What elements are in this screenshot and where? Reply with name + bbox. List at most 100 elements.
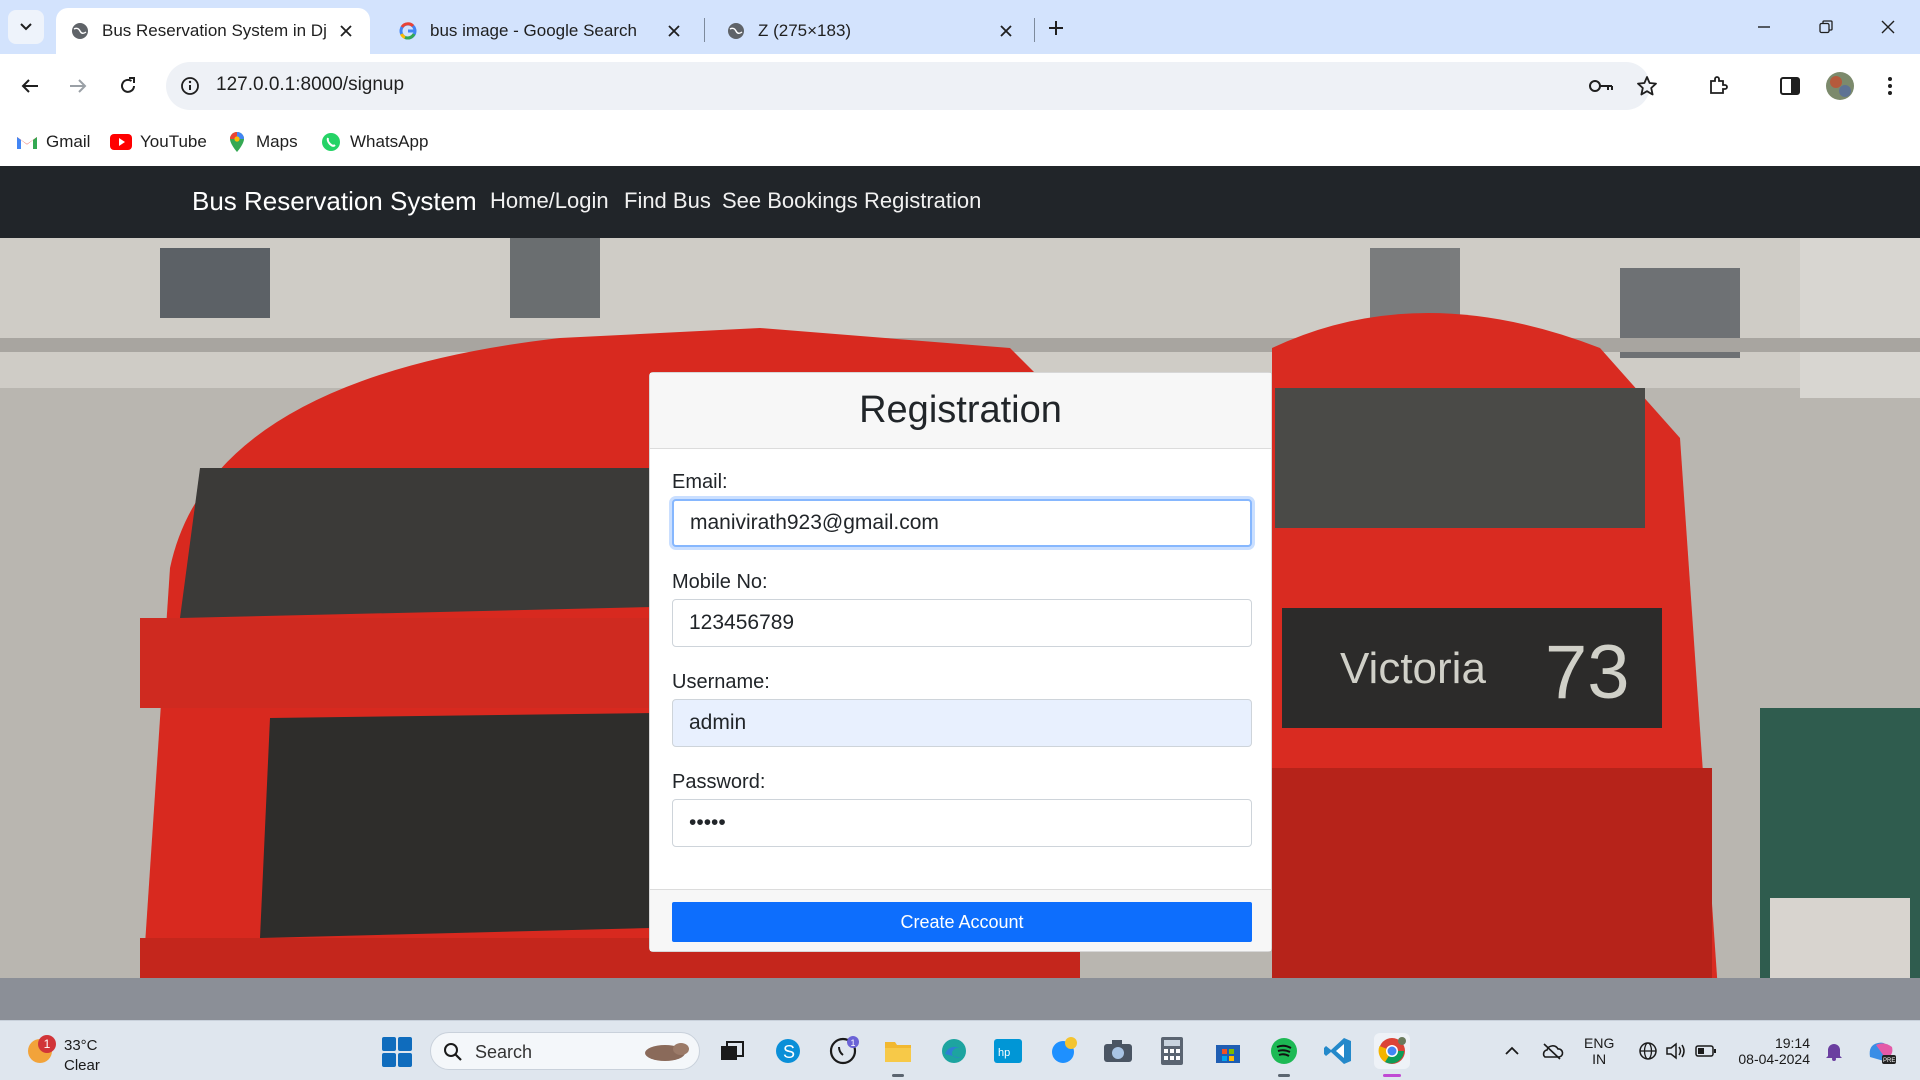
email-field[interactable] bbox=[672, 499, 1252, 547]
taskbar-search[interactable]: Search bbox=[430, 1032, 700, 1070]
weather-badge: 1 bbox=[38, 1035, 56, 1053]
camera-icon[interactable] bbox=[1100, 1033, 1136, 1069]
globe-icon bbox=[70, 21, 90, 41]
google-icon bbox=[398, 21, 418, 41]
more-menu-icon[interactable] bbox=[1874, 70, 1906, 102]
mobile-label: Mobile No: bbox=[672, 571, 768, 593]
notification-bell-icon[interactable] bbox=[1822, 1039, 1846, 1063]
copilot-icon[interactable]: PRE bbox=[1864, 1036, 1898, 1066]
close-icon[interactable] bbox=[336, 21, 356, 41]
weather-widget[interactable]: 1 33°C Clear bbox=[24, 1029, 114, 1074]
minimize-icon bbox=[1758, 26, 1770, 28]
back-button[interactable] bbox=[12, 68, 48, 104]
forward-button[interactable] bbox=[60, 68, 96, 104]
bookmark-label: WhatsApp bbox=[350, 132, 429, 151]
bookmark-label: Maps bbox=[256, 132, 298, 151]
language-code: ENG bbox=[1584, 1035, 1615, 1051]
new-tab-button[interactable] bbox=[1042, 14, 1070, 42]
bus-route-number: 73 bbox=[1545, 630, 1630, 715]
star-icon[interactable] bbox=[1634, 74, 1660, 98]
reload-icon bbox=[121, 77, 135, 93]
network-globe-icon[interactable] bbox=[1636, 1039, 1660, 1063]
site-navbar: Bus Reservation System Home/Login Find B… bbox=[0, 166, 1920, 238]
whatsapp-icon bbox=[320, 131, 342, 153]
language-indicator[interactable]: ENG IN bbox=[1584, 1035, 1614, 1067]
edge-icon[interactable] bbox=[936, 1033, 972, 1069]
nav-link-registration[interactable]: Registration bbox=[864, 188, 981, 214]
chevron-up-icon[interactable] bbox=[1500, 1039, 1524, 1063]
tab-title: Bus Reservation System in Djan bbox=[102, 21, 326, 40]
side-panel-icon[interactable] bbox=[1774, 70, 1806, 102]
restore-button[interactable] bbox=[1804, 10, 1848, 44]
onedrive-icon[interactable] bbox=[1540, 1039, 1564, 1063]
maps-pin-icon bbox=[226, 131, 248, 153]
tab-bus-reservation[interactable]: Bus Reservation System in Djan bbox=[56, 8, 370, 54]
reload-button[interactable] bbox=[110, 68, 146, 104]
address-bar[interactable]: 127.0.0.1:8000/signup bbox=[166, 62, 1657, 110]
mobile-field[interactable] bbox=[672, 599, 1252, 647]
close-icon[interactable] bbox=[996, 21, 1016, 41]
close-icon bbox=[1881, 20, 1895, 34]
minimize-button[interactable] bbox=[1742, 10, 1786, 44]
nav-link-home-login[interactable]: Home/Login bbox=[490, 188, 609, 214]
running-indicator bbox=[1278, 1074, 1290, 1077]
running-indicator bbox=[892, 1074, 904, 1077]
tab-google-search[interactable]: bus image - Google Search bbox=[384, 8, 698, 54]
registration-title: Registration bbox=[650, 373, 1271, 449]
spotify-icon[interactable] bbox=[1266, 1033, 1302, 1077]
hero-background-image: Victoria 73 Registration Email: Mobile N… bbox=[0, 238, 1920, 1020]
restore-icon bbox=[1819, 20, 1833, 34]
taskbar-search-label: Search bbox=[475, 1042, 533, 1062]
task-view-icon[interactable] bbox=[714, 1033, 750, 1069]
arrow-right-icon bbox=[70, 79, 87, 93]
bookmark-youtube[interactable]: YouTube bbox=[110, 126, 207, 158]
bookmark-label: YouTube bbox=[140, 132, 207, 151]
tab-image[interactable]: Z (275×183) bbox=[712, 8, 1030, 54]
registration-card: Registration Email: Mobile No: Username:… bbox=[649, 372, 1272, 952]
bookmark-whatsapp[interactable]: WhatsApp bbox=[320, 126, 428, 158]
skype-icon[interactable]: S bbox=[770, 1033, 806, 1069]
ie-icon[interactable] bbox=[1046, 1033, 1082, 1069]
svg-text:hp: hp bbox=[998, 1047, 1010, 1059]
email-label: Email: bbox=[672, 471, 728, 493]
chrome-icon[interactable] bbox=[1374, 1033, 1410, 1077]
avatar[interactable] bbox=[1824, 70, 1856, 102]
svg-text:PRE: PRE bbox=[1883, 1058, 1895, 1064]
battery-icon[interactable] bbox=[1694, 1039, 1718, 1063]
username-field[interactable] bbox=[672, 699, 1252, 747]
arrow-left-icon bbox=[21, 79, 38, 93]
key-icon[interactable] bbox=[1588, 74, 1614, 98]
globe-icon bbox=[726, 21, 746, 41]
close-window-button[interactable] bbox=[1866, 10, 1910, 44]
extensions-icon[interactable] bbox=[1702, 70, 1734, 102]
vscode-icon[interactable] bbox=[1320, 1033, 1356, 1069]
web-page: Bus Reservation System Home/Login Find B… bbox=[0, 166, 1920, 1020]
password-label: Password: bbox=[672, 771, 766, 793]
card-footer: Create Account bbox=[650, 889, 1271, 951]
bookmark-gmail[interactable]: Gmail bbox=[16, 126, 90, 158]
calculator-icon[interactable] bbox=[1154, 1033, 1190, 1069]
bookmark-maps[interactable]: Maps bbox=[226, 126, 298, 158]
language-region: IN bbox=[1592, 1051, 1607, 1067]
windows-start-icon[interactable] bbox=[382, 1037, 412, 1067]
myhp-icon[interactable]: hp bbox=[990, 1033, 1026, 1069]
nav-link-see-bookings[interactable]: See Bookings bbox=[722, 188, 858, 214]
store-icon[interactable] bbox=[1210, 1033, 1246, 1069]
create-account-button[interactable]: Create Account bbox=[672, 902, 1252, 942]
info-icon[interactable] bbox=[178, 74, 202, 98]
tab-separator bbox=[704, 18, 705, 42]
plus-icon bbox=[1049, 21, 1063, 35]
url-text: 127.0.0.1:8000/signup bbox=[216, 74, 405, 95]
file-explorer-icon[interactable] bbox=[880, 1033, 916, 1077]
nav-link-find-bus[interactable]: Find Bus bbox=[624, 188, 711, 214]
password-field[interactable] bbox=[672, 799, 1252, 847]
bus-destination-sign: Victoria bbox=[1340, 644, 1486, 693]
tab-search-button[interactable] bbox=[8, 10, 44, 44]
clock[interactable]: 19:14 08-04-2024 bbox=[1720, 1035, 1810, 1067]
gmail-icon bbox=[16, 131, 38, 153]
bookmark-label: Gmail bbox=[46, 132, 91, 151]
volume-icon[interactable] bbox=[1664, 1039, 1688, 1063]
navbar-brand[interactable]: Bus Reservation System bbox=[192, 186, 477, 217]
whatsapp-icon[interactable]: 1 bbox=[826, 1033, 862, 1069]
close-icon[interactable] bbox=[664, 21, 684, 41]
